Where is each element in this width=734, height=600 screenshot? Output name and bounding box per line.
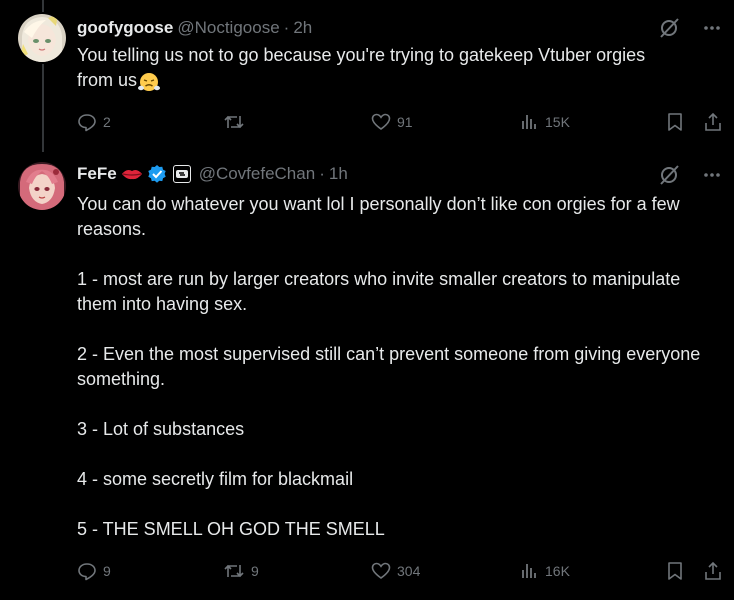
like-button[interactable]: 91 (371, 110, 413, 134)
grok-icon[interactable] (658, 17, 680, 39)
repost-count: 9 (251, 563, 259, 579)
tweet-paragraph: 5 - THE SMELL OH GOD THE SMELL (77, 519, 385, 539)
tweet-fefe[interactable]: FeFe @CovfefeChan · 1h You can do whatev… (0, 150, 734, 600)
tweet-paragraph-spacer (77, 442, 724, 467)
tweet-text-line: You telling us not to go because you're … (77, 45, 646, 65)
timestamp[interactable]: 1h (329, 164, 348, 184)
views-button[interactable]: 15K (519, 110, 570, 134)
tweet-paragraph: You can do whatever you want lol I perso… (77, 194, 680, 239)
repost-icon (224, 115, 244, 129)
analytics-icon (522, 115, 536, 129)
separator-dot: · (319, 164, 325, 183)
tweet-paragraph-spacer (77, 317, 724, 342)
repost-button[interactable]: 9 (223, 559, 259, 583)
tweet-paragraph: 3 - Lot of substances (77, 419, 245, 439)
verified-badge-icon[interactable] (147, 164, 167, 184)
tweet-paragraph-spacer (77, 492, 724, 517)
view-count: 15K (545, 114, 570, 130)
user-handle[interactable]: @CovfefeChan (199, 164, 316, 184)
view-count: 16K (545, 563, 570, 579)
bookmark-button[interactable] (665, 110, 685, 134)
more-options-icon[interactable] (702, 18, 722, 38)
affiliate-badge-icon[interactable] (172, 165, 191, 183)
tweet-text-line-with-emoji: from us (77, 68, 724, 93)
user-handle[interactable]: @Noctigoose (177, 18, 279, 38)
tweet-text: You can do whatever you want lol I perso… (77, 192, 724, 542)
tweet-header-actions (658, 16, 722, 40)
avatar-fefe-image (18, 162, 66, 210)
heart-icon (371, 562, 391, 579)
like-count: 304 (397, 563, 421, 579)
views-button[interactable]: 16K (519, 559, 570, 583)
lips-emoji-icon (121, 167, 143, 181)
reply-button[interactable]: 2 (77, 110, 111, 134)
more-options-icon[interactable] (702, 165, 722, 185)
display-name[interactable]: FeFe (77, 164, 117, 184)
tweet-paragraph: 4 - some secretly film for blackmail (77, 469, 354, 489)
tweet-header: goofygoose @Noctigoose · 2h (77, 16, 734, 40)
reply-count: 9 (103, 563, 111, 579)
like-button[interactable]: 304 (371, 559, 420, 583)
share-icon (705, 561, 721, 580)
tweet-actions: 2 91 15K (77, 110, 725, 134)
reply-icon (78, 563, 96, 581)
share-icon (705, 112, 721, 131)
analytics-icon (522, 564, 536, 578)
share-button[interactable] (703, 559, 723, 583)
tweet-actions: 9 9 304 16K (77, 559, 725, 583)
tweet-goofygoose[interactable]: goofygoose @Noctigoose · 2h You telling … (0, 0, 734, 150)
tweet-paragraph: 1 - most are run by larger creators who … (77, 269, 681, 314)
display-name[interactable]: goofygoose (77, 18, 173, 38)
grok-icon[interactable] (658, 164, 680, 186)
avatar[interactable] (18, 162, 66, 210)
reply-icon (78, 114, 96, 132)
tweet-header-actions (658, 163, 722, 187)
bookmark-icon (668, 562, 682, 580)
heart-icon (371, 113, 391, 130)
repost-icon (224, 564, 244, 578)
tweet-paragraph-spacer (77, 392, 724, 417)
tweet-paragraph-spacer (77, 242, 724, 267)
share-button[interactable] (703, 110, 723, 134)
like-count: 91 (397, 114, 413, 130)
tweet-paragraph: 2 - Even the most supervised still can’t… (77, 344, 701, 389)
tweet-header: FeFe @CovfefeChan · 1h (77, 162, 734, 186)
separator-dot: · (283, 18, 290, 37)
avatar[interactable] (18, 14, 66, 62)
reply-button[interactable]: 9 (77, 559, 111, 583)
reply-count: 2 (103, 114, 111, 130)
steam-from-nose-emoji-icon (138, 70, 161, 92)
avatar-goofygoose-image (18, 14, 66, 62)
tweet-text: You telling us not to go because you're … (77, 43, 724, 93)
timestamp[interactable]: 2h (293, 18, 312, 38)
bookmark-icon (668, 113, 682, 131)
bookmark-button[interactable] (665, 559, 685, 583)
tweet-text-line: from us (77, 70, 138, 90)
repost-button[interactable] (223, 110, 251, 134)
